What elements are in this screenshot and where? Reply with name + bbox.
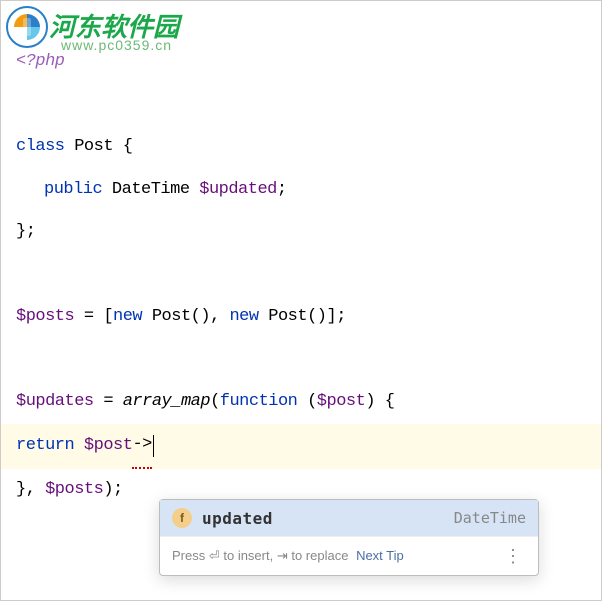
autocomplete-item[interactable]: f updated DateTime	[160, 500, 538, 536]
keyword-new: new	[113, 296, 142, 339]
tab-key-icon: ⇥	[277, 548, 288, 563]
keyword-new: new	[229, 296, 258, 339]
param-post: $post	[317, 381, 366, 424]
keyword-public: public	[44, 169, 102, 212]
autocomplete-item-type: DateTime	[454, 509, 526, 527]
keyword-return: return	[16, 425, 74, 468]
var-updates: $updates	[16, 381, 94, 424]
parens: ()	[191, 296, 210, 339]
ctor-post: Post	[152, 296, 191, 339]
semicolon: ;	[277, 169, 287, 212]
autocomplete-popup: f updated DateTime Press ⏎ to insert, ⇥ …	[159, 499, 539, 576]
equals: =	[74, 296, 103, 339]
paren-open: (	[210, 381, 220, 424]
code-line: public DateTime $updated;	[16, 169, 586, 212]
code-line: class Post {	[16, 126, 586, 169]
keyword-function: function	[220, 381, 298, 424]
func-array-map: array_map	[123, 381, 210, 424]
brace-open: {	[123, 126, 133, 169]
var-posts: $posts	[16, 296, 74, 339]
autocomplete-footer: Press ⏎ to insert, ⇥ to replace Next Tip…	[160, 536, 538, 575]
property-updated: $updated	[199, 169, 277, 212]
code-line-empty	[16, 84, 586, 127]
type-datetime: DateTime	[112, 169, 190, 212]
text-cursor	[153, 435, 154, 457]
watermark-logo	[6, 6, 48, 48]
enter-key-icon: ⏎	[209, 548, 220, 563]
next-tip-link[interactable]: Next Tip	[356, 548, 404, 563]
comma: ,	[210, 296, 229, 339]
paren-close: )	[365, 381, 375, 424]
autocomplete-item-name: updated	[202, 509, 454, 528]
class-name: Post	[74, 126, 113, 169]
end-paren: );	[103, 469, 122, 512]
code-line-empty	[16, 339, 586, 382]
field-icon: f	[172, 508, 192, 528]
closure-close: },	[16, 469, 45, 512]
code-line: $posts = [new Post(), new Post()];	[16, 296, 586, 339]
autocomplete-hint: Press ⏎ to insert, ⇥ to replace Next Tip	[172, 548, 500, 564]
brace-open: {	[385, 381, 395, 424]
watermark-url: www.pc0359.cn	[61, 37, 172, 53]
ctor-post: Post	[268, 296, 307, 339]
var-post-ref: $post	[84, 425, 133, 468]
var-posts-ref: $posts	[45, 469, 103, 512]
brace-close: };	[16, 211, 35, 254]
code-line: };	[16, 211, 586, 254]
arrow-operator: ->	[132, 424, 151, 470]
code-line: $updates = array_map(function ($post) {	[16, 381, 586, 424]
parens: ()	[307, 296, 326, 339]
bracket-close: ];	[327, 296, 346, 339]
paren-open: (	[307, 381, 317, 424]
code-editor[interactable]: <?php class Post { public DateTime $upda…	[1, 1, 601, 527]
more-options-icon[interactable]: ⋮	[500, 547, 526, 565]
bracket-open: [	[103, 296, 113, 339]
code-line-active: return $post->	[1, 424, 601, 470]
equals: =	[94, 381, 123, 424]
code-line-empty	[16, 254, 586, 297]
keyword-class: class	[16, 126, 65, 169]
